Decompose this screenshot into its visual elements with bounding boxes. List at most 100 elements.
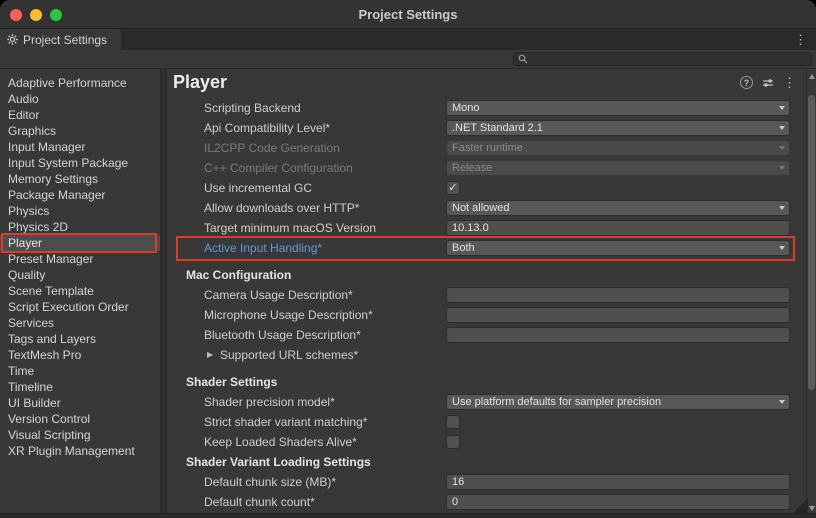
header-icons: ? ⋮ <box>740 76 806 89</box>
search-input[interactable] <box>528 53 811 65</box>
sidebar-item-preset-manager[interactable]: Preset Manager <box>0 251 160 267</box>
resize-grip[interactable] <box>793 498 808 513</box>
row-microphone-usage-description: Microphone Usage Description* <box>167 305 806 325</box>
window-bottom-edge <box>0 513 816 518</box>
default-chunk-count-control-slot: 0 <box>446 494 790 510</box>
il2cpp-code-generation-value: Faster runtime <box>452 142 523 154</box>
allow-downloads-over-http-dropdown[interactable]: Not allowed <box>446 200 790 216</box>
default-chunk-count-field[interactable]: 0 <box>446 494 790 510</box>
il2cpp-code-generation-control-slot: Faster runtime <box>446 140 790 156</box>
sidebar-item-services[interactable]: Services <box>0 315 160 331</box>
sidebar-separator <box>160 69 167 518</box>
sidebar-item-audio[interactable]: Audio <box>0 91 160 107</box>
settings-rows: Scripting BackendMonoApi Compatibility L… <box>167 96 806 518</box>
row-target-minimum-macos-version: Target minimum macOS Version 10.13.0 <box>167 218 806 238</box>
shader-precision-model-dropdown[interactable]: Use platform defaults for sampler precis… <box>446 394 790 410</box>
settings-panel: Player ? ⋮ Scripting Bac <box>167 69 806 518</box>
window-body: Adaptive PerformanceAudioEditorGraphicsI… <box>0 69 816 518</box>
shader-precision-model-label: Shader precision model* <box>204 395 335 409</box>
sidebar-item-scene-template[interactable]: Scene Template <box>0 283 160 299</box>
chevron-down-icon <box>779 206 785 210</box>
use-incremental-gc-checkbox[interactable]: ✓ <box>446 181 460 195</box>
sidebar-item-package-manager[interactable]: Package Manager <box>0 187 160 203</box>
sidebar-item-textmesh-pro[interactable]: TextMesh Pro <box>0 347 160 363</box>
sidebar-item-input-system-package[interactable]: Input System Package <box>0 155 160 171</box>
sidebar-item-editor[interactable]: Editor <box>0 107 160 123</box>
api-compatibility-level-label: Api Compatibility Level* <box>204 121 330 135</box>
row-default-chunk-count: Default chunk count*0 <box>167 492 806 512</box>
default-chunk-size-mb-label: Default chunk size (MB)* <box>204 475 336 489</box>
row-shader-variant-loading-settings: Shader Variant Loading Settings <box>167 452 806 472</box>
section-shader-settings: Shader Settings <box>186 375 277 389</box>
search-field[interactable] <box>513 52 812 66</box>
sidebar-item-script-execution-order[interactable]: Script Execution Order <box>0 299 160 315</box>
scroll-up-icon[interactable] <box>809 74 815 79</box>
row-c-compiler-configuration: C++ Compiler ConfigurationRelease <box>167 158 806 178</box>
sidebar-item-visual-scripting[interactable]: Visual Scripting <box>0 427 160 443</box>
active-input-handling-dropdown[interactable]: Both <box>446 240 790 256</box>
search-toolbar <box>0 50 816 69</box>
scroll-down-icon[interactable] <box>809 506 815 511</box>
close-button[interactable] <box>10 9 22 21</box>
help-icon[interactable]: ? <box>740 76 753 89</box>
sidebar-item-timeline[interactable]: Timeline <box>0 379 160 395</box>
strict-shader-variant-matching-label: Strict shader variant matching* <box>204 415 367 429</box>
sidebar-item-version-control[interactable]: Version Control <box>0 411 160 427</box>
microphone-usage-description-control-slot <box>446 307 790 323</box>
row-use-incremental-gc: Use incremental GC ✓ <box>167 178 806 198</box>
api-compatibility-level-dropdown[interactable]: .NET Standard 2.1 <box>446 120 790 136</box>
sidebar-item-xr-plugin-management[interactable]: XR Plugin Management <box>0 443 160 459</box>
target-minimum-macos-version-field[interactable]: 10.13.0 <box>446 220 790 236</box>
presets-icon[interactable] <box>762 77 774 89</box>
strict-shader-variant-matching-checkbox[interactable] <box>446 415 460 429</box>
scrollbar-thumb[interactable] <box>808 95 815 390</box>
bluetooth-usage-description-control-slot <box>446 327 790 343</box>
sidebar-item-adaptive-performance[interactable]: Adaptive Performance <box>0 75 160 91</box>
titlebar: Project Settings <box>0 0 816 29</box>
sidebar-item-time[interactable]: Time <box>0 363 160 379</box>
microphone-usage-description-field[interactable] <box>446 307 790 323</box>
sidebar-item-memory-settings[interactable]: Memory Settings <box>0 171 160 187</box>
microphone-usage-description-label: Microphone Usage Description* <box>204 308 373 322</box>
fullscreen-button[interactable] <box>50 9 62 21</box>
camera-usage-description-field[interactable] <box>446 287 790 303</box>
sidebar-item-graphics[interactable]: Graphics <box>0 123 160 139</box>
chevron-down-icon <box>779 166 785 170</box>
c-compiler-configuration-value: Release <box>452 162 492 174</box>
sidebar-list: Adaptive PerformanceAudioEditorGraphicsI… <box>0 75 160 459</box>
keep-loaded-shaders-alive-checkbox[interactable] <box>446 435 460 449</box>
bluetooth-usage-description-field[interactable] <box>446 327 790 343</box>
sidebar: Adaptive PerformanceAudioEditorGraphicsI… <box>0 69 160 518</box>
sidebar-item-input-manager[interactable]: Input Manager <box>0 139 160 155</box>
active-input-handling-label: Active Input Handling* <box>204 241 322 255</box>
bluetooth-usage-description-label: Bluetooth Usage Description* <box>204 328 361 342</box>
sidebar-item-ui-builder[interactable]: UI Builder <box>0 395 160 411</box>
sidebar-item-physics[interactable]: Physics <box>0 203 160 219</box>
allow-downloads-over-http-value: Not allowed <box>452 202 509 214</box>
minimize-button[interactable] <box>30 9 42 21</box>
allow-downloads-over-http-label: Allow downloads over HTTP* <box>204 201 359 215</box>
tab-bar: Project Settings ⋮ <box>0 29 816 50</box>
sidebar-item-tags-and-layers[interactable]: Tags and Layers <box>0 331 160 347</box>
settings-header: Player ? ⋮ <box>167 69 806 96</box>
shader-precision-model-value: Use platform defaults for sampler precis… <box>452 396 661 408</box>
foldout-arrow-icon[interactable]: ▶ <box>207 350 213 359</box>
default-chunk-size-mb-field[interactable]: 16 <box>446 474 790 490</box>
sidebar-item-physics-2d[interactable]: Physics 2D <box>0 219 160 235</box>
tabbar-more-menu-icon[interactable]: ⋮ <box>794 31 806 48</box>
sidebar-item-player[interactable]: Player <box>0 235 160 251</box>
keep-loaded-shaders-alive-label: Keep Loaded Shaders Alive* <box>204 435 357 449</box>
use-incremental-gc-label: Use incremental GC <box>204 181 312 195</box>
chevron-down-icon <box>779 126 785 130</box>
sidebar-item-quality[interactable]: Quality <box>0 267 160 283</box>
scripting-backend-dropdown[interactable]: Mono <box>446 100 790 116</box>
traffic-lights <box>10 0 62 29</box>
panel-more-menu-icon[interactable]: ⋮ <box>783 76 796 89</box>
shader-precision-model-control-slot: Use platform defaults for sampler precis… <box>446 394 790 410</box>
tab-project-settings[interactable]: Project Settings <box>0 29 121 50</box>
api-compatibility-level-value: .NET Standard 2.1 <box>452 122 543 134</box>
il2cpp-code-generation-dropdown: Faster runtime <box>446 140 790 156</box>
target-minimum-macos-version-label: Target minimum macOS Version <box>204 221 376 235</box>
supported-url-schemes-label: Supported URL schemes* <box>220 348 358 362</box>
main-scrollbar[interactable] <box>806 69 816 518</box>
